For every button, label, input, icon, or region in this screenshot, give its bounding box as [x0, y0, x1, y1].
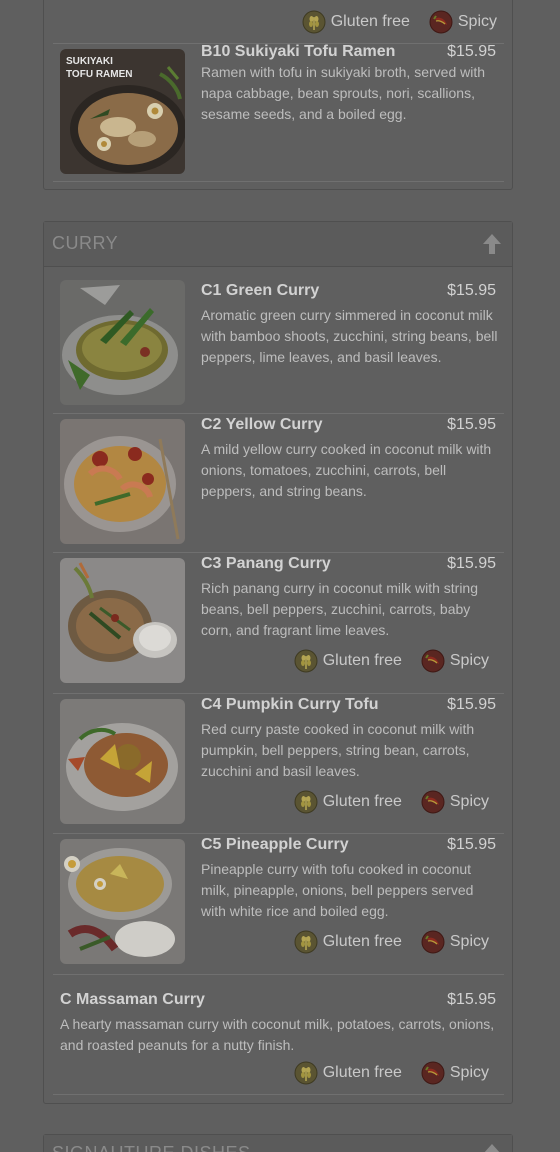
dish-name: C2 Yellow Curry [201, 416, 323, 433]
gluten-free-tag: Gluten free [293, 649, 402, 673]
dish-name: C4 Pumpkin Curry Tofu [201, 696, 379, 713]
gluten-free-icon [293, 930, 319, 954]
dish-price: $15.95 [447, 555, 496, 572]
arrow-up-icon[interactable] [482, 1143, 502, 1152]
dish-photo-c5 [60, 839, 185, 964]
signature-section-panel: SIGNAUTURE DISHES [43, 1134, 513, 1152]
menu-item-massaman[interactable]: C Massaman Curry $15.95 A hearty massama… [53, 975, 504, 1095]
menu-item-c5[interactable]: C5 Pineapple Curry $15.95 Pineapple curr… [53, 834, 504, 975]
dish-description: A mild yellow curry cooked in coconut mi… [201, 441, 492, 499]
dish-description: A hearty massaman curry with coconut mil… [60, 1016, 495, 1053]
tags-row: Gluten free Spicy [293, 930, 489, 954]
spicy-tag: Spicy [420, 649, 489, 673]
dish-photo-c3 [60, 558, 185, 683]
gluten-free-label: Gluten free [322, 933, 402, 950]
gluten-free-tag: Gluten free [301, 10, 410, 34]
gluten-free-tag: Gluten free [293, 1061, 402, 1085]
curry-section-heading[interactable]: CURRY [44, 222, 512, 267]
spicy-tag: Spicy [420, 790, 489, 814]
spicy-tag: Spicy [420, 930, 489, 954]
menu-item-c3[interactable]: C3 Panang Curry $15.95 Rich panang curry… [53, 553, 504, 694]
dish-photo-b10: SUKIYAKI TOFU RAMEN [60, 49, 185, 174]
gluten-free-label: Gluten free [322, 1064, 402, 1081]
spicy-icon [420, 1061, 446, 1085]
dish-description: Ramen with tofu in sukiyaki broth, serve… [201, 64, 486, 122]
dish-description: Red curry paste cooked in coconut milk w… [201, 721, 475, 779]
curry-section-panel: CURRY C1 Green Curry $15.95 Aromatic gre… [43, 221, 513, 1104]
dish-description: Pineapple curry with tofu cooked in coco… [201, 861, 474, 919]
tags-row: Gluten free Spicy [293, 790, 489, 814]
tags-row: Gluten free Spicy [293, 649, 489, 673]
tags-row: Gluten free Spicy [293, 1061, 489, 1085]
spicy-tag: Spicy [428, 10, 497, 34]
dish-name: C5 Pineapple Curry [201, 836, 349, 853]
spicy-icon [420, 930, 446, 954]
dish-name: B10 Sukiyaki Tofu Ramen [201, 43, 396, 60]
dish-description: Rich panang curry in coconut milk with s… [201, 580, 479, 638]
gluten-free-label: Gluten free [330, 13, 410, 30]
spicy-label: Spicy [449, 793, 489, 810]
spicy-label: Spicy [457, 13, 497, 30]
gluten-free-icon [293, 1061, 319, 1085]
dish-photo-c1 [60, 280, 185, 405]
spicy-icon [420, 649, 446, 673]
gluten-free-icon [301, 10, 327, 34]
signature-section-heading[interactable]: SIGNAUTURE DISHES [44, 1135, 512, 1152]
arrow-up-icon[interactable] [482, 233, 502, 255]
spicy-tag: Spicy [420, 1061, 489, 1085]
gluten-free-icon [293, 790, 319, 814]
menu-item-b10[interactable]: SUKIYAKI TOFU RAMEN B10 Sukiyaki Tofu Ra… [53, 43, 504, 182]
dish-photo-c2 [60, 419, 185, 544]
dish-price: $15.95 [447, 43, 496, 60]
dish-price: $15.95 [447, 836, 496, 853]
spicy-icon [428, 10, 454, 34]
dish-price: $15.95 [447, 696, 496, 713]
section-title: SIGNAUTURE DISHES [52, 1143, 251, 1152]
dish-photo-c4 [60, 699, 185, 824]
dish-description: Aromatic green curry simmered in coconut… [201, 307, 498, 365]
previous-section-panel: Gluten free Spicy SUKIYAKI TOFU RAMEN B1… [43, 0, 513, 190]
tags-row: Gluten free Spicy [301, 10, 497, 34]
dish-price: $15.95 [447, 282, 496, 299]
spicy-icon [420, 790, 446, 814]
spicy-label: Spicy [449, 1064, 489, 1081]
gluten-free-tag: Gluten free [293, 790, 402, 814]
dish-name: C3 Panang Curry [201, 555, 331, 572]
image-text-line-1: SUKIYAKI [66, 56, 113, 67]
spicy-label: Spicy [449, 933, 489, 950]
dish-name: C1 Green Curry [201, 282, 320, 299]
gluten-free-label: Gluten free [322, 652, 402, 669]
dish-price: $15.95 [447, 991, 496, 1008]
gluten-free-icon [293, 649, 319, 673]
menu-item-c4[interactable]: C4 Pumpkin Curry Tofu $15.95 Red curry p… [53, 694, 504, 834]
image-text-line-2: TOFU RAMEN [66, 69, 132, 80]
menu-item-c2[interactable]: C2 Yellow Curry $15.95 A mild yellow cur… [53, 414, 504, 553]
gluten-free-label: Gluten free [322, 793, 402, 810]
dish-name: C Massaman Curry [60, 991, 205, 1008]
section-title: CURRY [52, 233, 119, 253]
menu-item-c1[interactable]: C1 Green Curry $15.95 Aromatic green cur… [53, 280, 504, 414]
gluten-free-tag: Gluten free [293, 930, 402, 954]
spicy-label: Spicy [449, 652, 489, 669]
dish-price: $15.95 [447, 416, 496, 433]
